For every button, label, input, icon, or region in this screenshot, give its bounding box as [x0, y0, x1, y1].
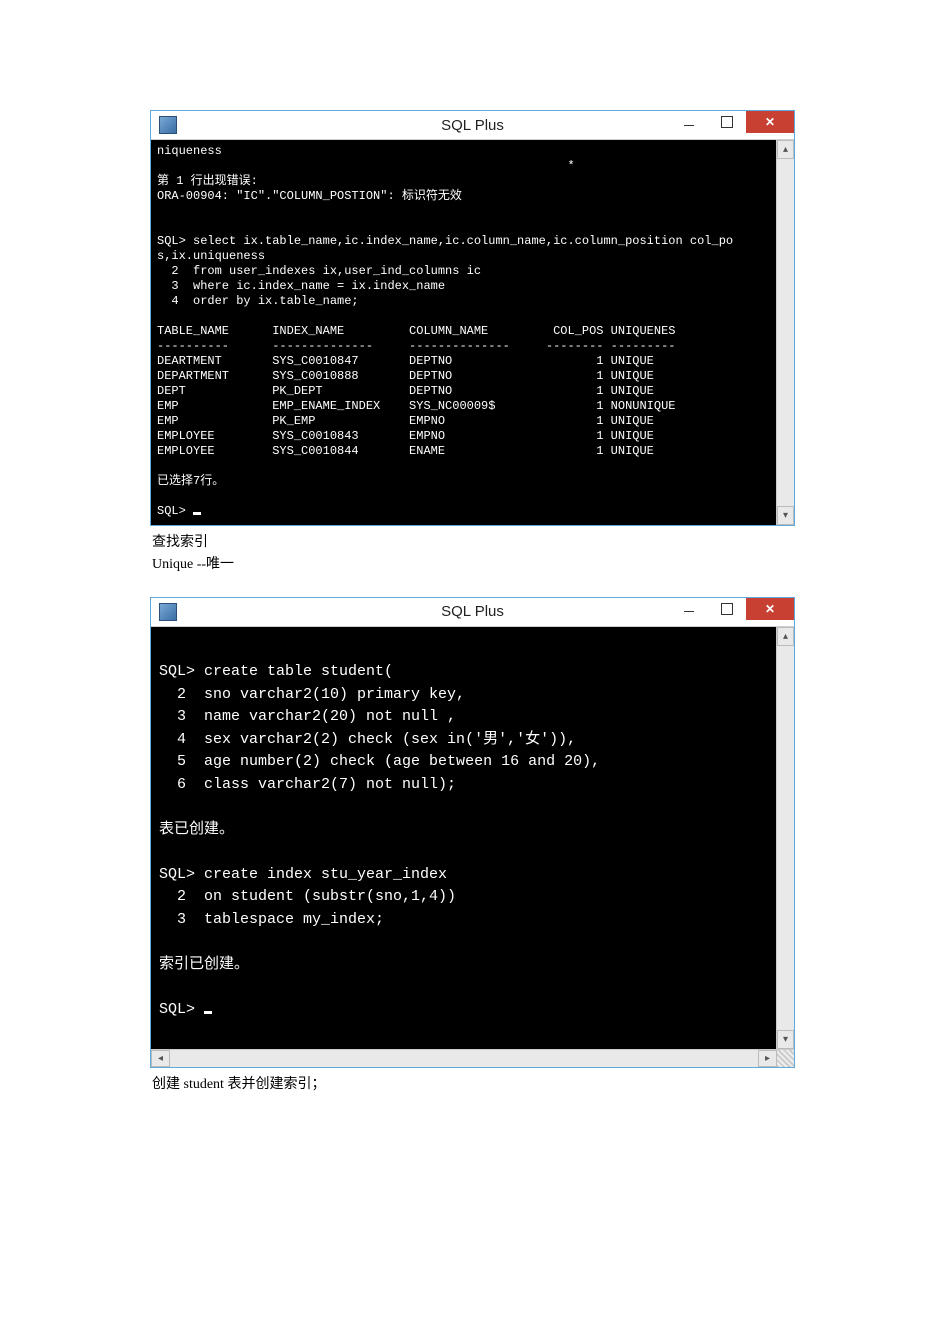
maximize-button[interactable]	[708, 598, 746, 620]
caption-1: 查找索引 Unique --唯一	[152, 532, 795, 577]
vertical-scrollbar[interactable]: ▴ ▾	[776, 140, 794, 525]
app-icon	[159, 116, 177, 134]
horizontal-scrollbar-row: ◂ ▸	[151, 1049, 794, 1067]
client-area: SQL> create table student( 2 sno varchar…	[151, 627, 794, 1050]
sqlplus-window-1: SQL Plus niqueness * 第 1 行出现错误: ORA-0090…	[150, 110, 795, 526]
sqlplus-window-2: SQL Plus SQL> create table student( 2 sn…	[150, 597, 795, 1069]
resize-grip-icon[interactable]	[777, 1050, 794, 1067]
scroll-up-icon[interactable]: ▴	[777, 627, 794, 646]
scroll-up-icon[interactable]: ▴	[777, 140, 794, 159]
console-output[interactable]: niqueness * 第 1 行出现错误: ORA-00904: "IC"."…	[151, 140, 776, 525]
scroll-down-icon[interactable]: ▾	[777, 1030, 794, 1049]
close-button[interactable]	[746, 598, 794, 620]
maximize-button[interactable]	[708, 111, 746, 133]
document-page: SQL Plus niqueness * 第 1 行出现错误: ORA-0090…	[0, 0, 945, 1317]
caption-text-eng: Unique	[152, 557, 193, 572]
minimize-button[interactable]	[670, 111, 708, 133]
horizontal-scrollbar[interactable]: ◂ ▸	[151, 1050, 777, 1067]
window-controls	[670, 111, 794, 139]
console-output[interactable]: SQL> create table student( 2 sno varchar…	[151, 627, 776, 1050]
window-controls	[670, 598, 794, 626]
scroll-down-icon[interactable]: ▾	[777, 506, 794, 525]
vertical-scrollbar[interactable]: ▴ ▾	[776, 627, 794, 1050]
titlebar[interactable]: SQL Plus	[151, 598, 794, 627]
close-button[interactable]	[746, 111, 794, 133]
caption-text-cn: --唯一	[193, 557, 234, 572]
caption-2: 创建 student 表并创建索引；	[152, 1074, 795, 1096]
scroll-right-icon[interactable]: ▸	[758, 1050, 777, 1067]
minimize-button[interactable]	[670, 598, 708, 620]
app-icon	[159, 603, 177, 621]
caption-text: 查找索引	[152, 535, 208, 550]
caption-text: 创建 student 表并创建索引；	[152, 1077, 325, 1092]
client-area: niqueness * 第 1 行出现错误: ORA-00904: "IC"."…	[151, 140, 794, 525]
titlebar[interactable]: SQL Plus	[151, 111, 794, 140]
scroll-left-icon[interactable]: ◂	[151, 1050, 170, 1067]
